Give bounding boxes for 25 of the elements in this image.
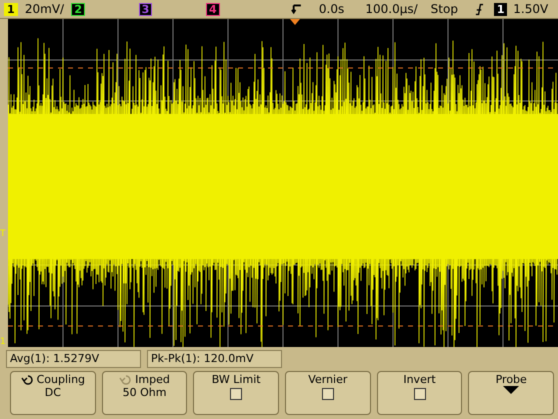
- trigger-source: 1: [494, 2, 508, 16]
- channel-scale: 20mV/: [24, 2, 66, 16]
- channel-indicator[interactable]: 4: [206, 2, 220, 16]
- rising-edge-icon: [474, 2, 484, 16]
- measurement-readout: Pk-Pk(1): 120.0mV: [147, 350, 282, 368]
- caret-icon: [503, 386, 520, 394]
- softkey[interactable]: Invert: [376, 371, 462, 415]
- run-state: Stop: [430, 2, 459, 16]
- channel-indicator[interactable]: 1: [4, 2, 18, 16]
- measurement-readout: Avg(1): 1.5279V: [6, 350, 141, 368]
- ground-marker: 1: [0, 337, 6, 347]
- softkey[interactable]: Probe: [468, 371, 554, 415]
- checkbox[interactable]: [322, 388, 334, 400]
- timebase-value: 100.0µs/: [364, 2, 419, 16]
- trigger-level-marker: T: [0, 229, 6, 239]
- channel-indicator[interactable]: 2: [71, 2, 85, 16]
- delay-value: 0.0s: [318, 2, 346, 16]
- trigger-position-icon: [291, 2, 304, 16]
- softkey[interactable]: Vernier: [285, 371, 371, 415]
- channel-indicator[interactable]: 3: [138, 2, 152, 16]
- checkbox[interactable]: [414, 388, 426, 400]
- softkey[interactable]: BW Limit: [193, 371, 280, 415]
- checkbox[interactable]: [230, 388, 242, 400]
- softkey[interactable]: Coupling DC: [10, 371, 96, 415]
- trigger-level: 1.50V: [512, 2, 550, 16]
